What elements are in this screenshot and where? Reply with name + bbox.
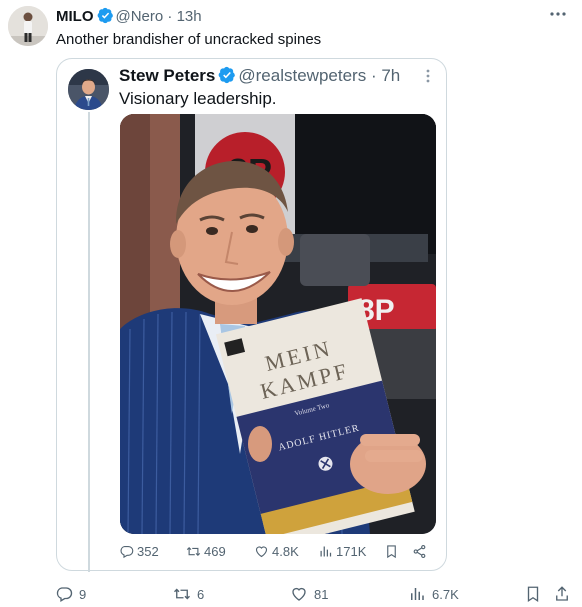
verified-badge-icon xyxy=(219,66,236,84)
tweet-header: MILO @Nero · 13h xyxy=(56,7,202,26)
reply-count: 9 xyxy=(79,586,87,602)
quoted-reply-button[interactable]: 352 xyxy=(119,544,159,559)
quoted-author-avatar[interactable] xyxy=(68,69,109,110)
repost-count: 6 xyxy=(197,586,205,602)
bookmark-button[interactable] xyxy=(524,585,548,603)
share-icon xyxy=(556,586,568,601)
like-button[interactable]: 81 xyxy=(290,585,328,603)
like-count: 81 xyxy=(314,586,329,602)
quoted-like-count: 4.8K xyxy=(272,544,299,559)
quoted-views-button[interactable]: 171K xyxy=(318,544,366,559)
quoted-share-button[interactable] xyxy=(412,544,430,559)
separator-dot: · xyxy=(370,66,377,85)
thread-line xyxy=(88,112,90,572)
bookmark-icon xyxy=(387,545,396,559)
quoted-tweet-time[interactable]: 7h xyxy=(381,66,400,85)
tweet-time[interactable]: 13h xyxy=(177,8,202,25)
author-name[interactable]: MILO xyxy=(56,8,94,25)
repost-icon xyxy=(174,588,190,600)
share-button[interactable] xyxy=(553,585,577,603)
quoted-author-handle[interactable]: @realstewpeters xyxy=(238,66,366,85)
quoted-header: Stew Peters @realstewpeters · 7h xyxy=(119,65,400,86)
views-chart-icon xyxy=(411,588,424,600)
tweet-action-bar: 9 6 81 6.7K xyxy=(0,585,582,605)
share-icon xyxy=(413,545,426,558)
quoted-reply-count: 352 xyxy=(137,544,159,559)
repost-button[interactable]: 6 xyxy=(173,585,204,603)
author-avatar[interactable] xyxy=(8,6,48,46)
more-options-icon[interactable] xyxy=(546,4,570,24)
heart-icon xyxy=(292,587,306,601)
quoted-repost-count: 469 xyxy=(204,544,226,559)
tweet-text: Another brandisher of uncracked spines xyxy=(56,31,322,48)
views-chart-icon xyxy=(320,546,332,557)
quoted-views-count: 171K xyxy=(336,544,367,559)
quoted-tweet-text: Visionary leadership. xyxy=(119,89,277,108)
quoted-author-name[interactable]: Stew Peters xyxy=(119,66,215,85)
quoted-tweet-photo[interactable]: 8P 8P M xyxy=(120,114,436,534)
reply-icon xyxy=(120,545,134,559)
quoted-like-button[interactable]: 4.8K xyxy=(254,544,299,559)
reply-button[interactable]: 9 xyxy=(55,585,86,603)
separator-dot: · xyxy=(167,8,173,25)
verified-badge-icon xyxy=(97,7,113,24)
repost-icon xyxy=(186,546,201,557)
views-button[interactable]: 6.7K xyxy=(408,585,459,603)
quoted-bookmark-button[interactable] xyxy=(384,544,402,559)
bookmark-icon xyxy=(527,586,539,603)
reply-icon xyxy=(56,587,73,602)
quoted-repost-button[interactable]: 469 xyxy=(186,544,226,559)
quoted-more-options-icon[interactable] xyxy=(419,66,437,86)
views-count: 6.7K xyxy=(432,586,459,602)
heart-icon xyxy=(255,546,268,558)
author-handle[interactable]: @Nero xyxy=(116,8,164,25)
